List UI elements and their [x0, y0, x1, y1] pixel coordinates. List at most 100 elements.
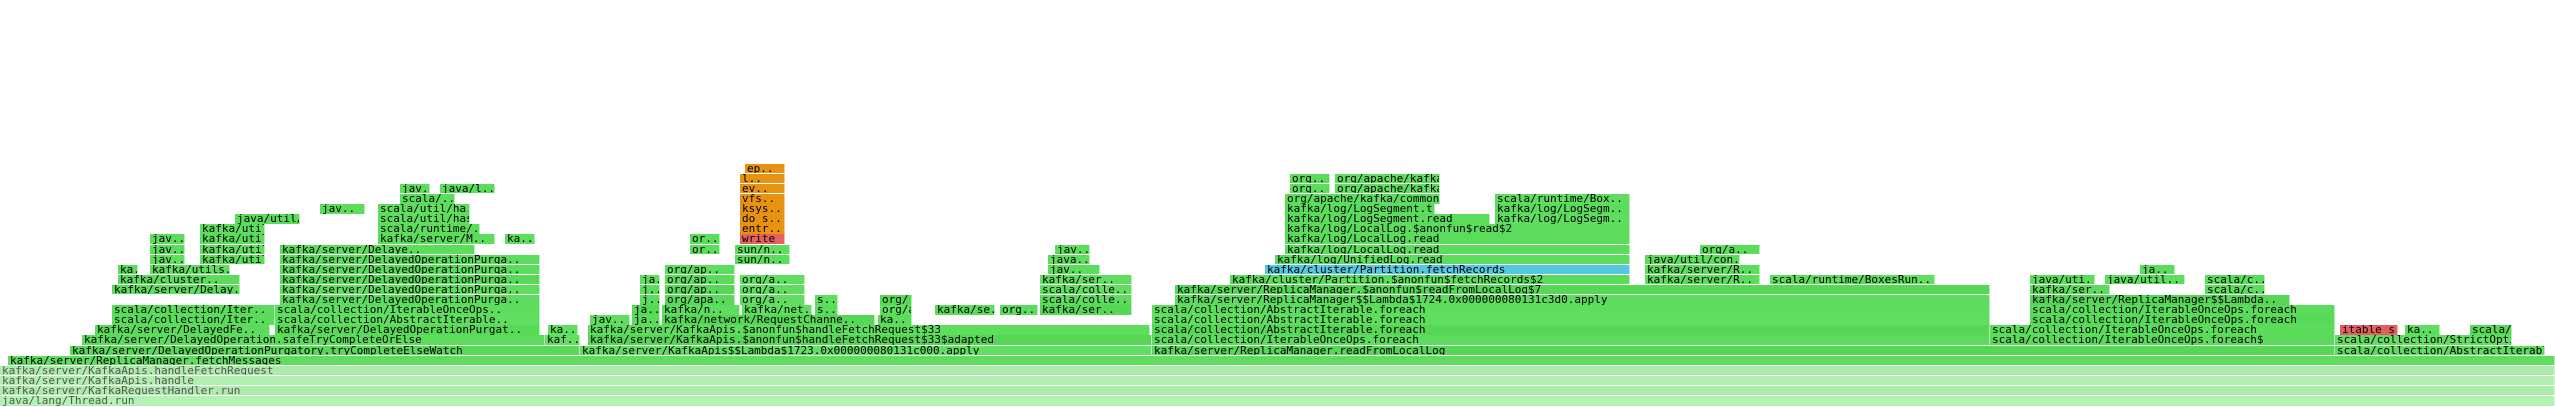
stack-frame[interactable]: do_s.. [740, 214, 785, 224]
stack-frame[interactable]: kafka/log/LogSegm.. [1495, 204, 1630, 214]
stack-frame[interactable]: ev.. [740, 183, 785, 194]
stack-frame[interactable]: kafka/log/LocalLog.$anonfun$read$2 [1285, 224, 1630, 234]
stack-frame[interactable]: kafka/ser.. [1040, 305, 1132, 315]
stack-frame[interactable]: java/uti.. [2030, 274, 2095, 285]
stack-frame[interactable]: kafka/server/DelayedFe.. [95, 325, 270, 335]
stack-frame[interactable]: jav.. [150, 244, 185, 255]
stack-frame[interactable]: j.. [640, 295, 660, 305]
stack-frame[interactable]: itable s.. [2340, 325, 2398, 335]
stack-frame[interactable]: scala/collection/IterableOnceOps.foreach [2030, 315, 2335, 325]
stack-frame[interactable]: scala/util/ha.. [378, 204, 470, 214]
stack-frame[interactable]: kafka/utils.. [200, 224, 265, 234]
stack-frame[interactable]: s.. [815, 305, 838, 315]
stack-frame[interactable]: scala/collection/Iter.. [112, 315, 275, 325]
stack-frame[interactable]: kafka/server/DelayedOperationPurga.. [280, 295, 540, 305]
stack-frame[interactable]: kafka/server/ReplicaManager.fetchMessage… [8, 355, 2555, 366]
stack-frame[interactable]: kafka/net.. [742, 305, 812, 315]
stack-frame[interactable]: java/util/con.. [1645, 254, 1740, 265]
stack-frame[interactable]: org/a.. [740, 284, 805, 295]
stack-frame[interactable]: kafka/log/UnifiedLog.read [1275, 254, 1630, 265]
stack-frame[interactable]: scala/collection/IterableOnceOps.foreach [1990, 325, 2335, 335]
stack-frame[interactable]: scala/runtime/Box.. [1495, 194, 1630, 204]
stack-frame[interactable]: org/a.. [740, 274, 805, 285]
stack-frame[interactable]: l.. [740, 173, 785, 184]
stack-frame[interactable]: s.. [815, 295, 838, 305]
stack-frame[interactable]: org/ap.. [665, 274, 735, 285]
stack-frame[interactable]: scala/collection/Iter.. [112, 305, 275, 315]
stack-frame[interactable]: kafka/ser.. [2030, 284, 2110, 295]
stack-frame[interactable]: jav.. [1048, 264, 1100, 275]
stack-frame[interactable]: ka.. [878, 315, 912, 325]
stack-frame[interactable]: org.. [1290, 183, 1330, 194]
stack-frame[interactable]: ja.. [632, 305, 660, 315]
stack-frame[interactable]: ka.. [505, 234, 535, 244]
stack-frame[interactable]: org.. [1290, 173, 1330, 184]
stack-frame[interactable]: org/apache/kafka/common/.. [1285, 194, 1440, 204]
stack-frame[interactable]: scala/c.. [2205, 274, 2265, 285]
stack-frame[interactable]: scala/collection/AbstractIterable.foreac… [1152, 325, 1990, 335]
stack-frame[interactable]: ksys.. [740, 204, 785, 214]
stack-frame[interactable]: ka.. [548, 325, 578, 335]
stack-frame[interactable]: kafka/server/Delay.. [112, 284, 240, 295]
stack-frame[interactable]: kafka/server/R.. [1645, 274, 1760, 285]
stack-frame[interactable]: org/a.. [1700, 244, 1760, 255]
stack-frame[interactable]: scala/collection/AbstractIterable.foreac… [2335, 345, 2545, 356]
stack-frame[interactable]: kafka/cluster.. [118, 274, 240, 285]
stack-frame[interactable]: kafka/server/KafkaApis.handleFetchReques… [0, 365, 2555, 376]
stack-frame[interactable]: scala/c.. [2205, 284, 2265, 295]
stack-frame[interactable]: kafka/server/DelayedOperationPurga.. [280, 254, 540, 265]
stack-frame[interactable]: scala/colle.. [1040, 295, 1132, 305]
stack-frame[interactable]: sun/n.. [735, 254, 790, 265]
stack-frame[interactable]: jav.. [400, 183, 430, 194]
stack-frame[interactable]: kafka/n.. [662, 305, 740, 315]
stack-frame[interactable]: kafka/server/KafkaApis.$anonfun$handleFe… [588, 325, 1150, 335]
stack-frame[interactable]: kafka/server/ReplicaManager.readFromLoca… [1152, 345, 2335, 356]
stack-frame[interactable]: kafka/server/ReplicaManager$$Lambda.. [2030, 295, 2290, 305]
stack-frame[interactable]: kafka/utils.. [200, 244, 265, 255]
stack-frame[interactable]: jav.. [150, 234, 185, 244]
stack-frame[interactable]: scala/colle.. [1040, 284, 1132, 295]
stack-frame[interactable]: ka.. [2405, 325, 2440, 335]
stack-frame[interactable]: scala/collection/IterableOnceOps.foreach… [1990, 335, 2335, 345]
stack-frame[interactable]: scala/.. [400, 194, 455, 204]
stack-frame[interactable]: java/util/c.. [235, 214, 300, 224]
stack-frame[interactable]: kafka/cluster/Partition.$anonfun$fetchRe… [1230, 274, 1630, 285]
stack-frame[interactable]: kafka/server/DelayedOperationPurgatory.t… [70, 345, 580, 356]
stack-frame[interactable]: write [740, 234, 785, 244]
stack-frame[interactable]: or.. [690, 244, 720, 255]
stack-frame[interactable]: kafka/cluster/Partition.fetchRecords [1265, 264, 1630, 275]
stack-frame[interactable]: kafka/ser.. [1040, 274, 1132, 285]
stack-frame[interactable]: kafka/server/DelayedOperationPurga.. [280, 284, 540, 295]
stack-frame[interactable]: ka.. [118, 264, 138, 275]
stack-frame[interactable]: org.. [1000, 305, 1038, 315]
stack-frame[interactable]: scala/runtime/.. [378, 224, 480, 234]
stack-frame[interactable]: kafka/utils.. [200, 254, 265, 265]
stack-frame[interactable]: org/apache/kafka/c.. [1335, 173, 1440, 184]
stack-frame[interactable]: ja.. [640, 274, 660, 285]
stack-frame[interactable]: kafka/server/ReplicaManager$$Lambda$1724… [1175, 295, 1990, 305]
stack-frame[interactable]: org/ap.. [880, 305, 912, 315]
stack-frame[interactable]: jav.. [150, 254, 185, 265]
stack-frame[interactable]: kafka/server/KafkaRequestHandler.run [0, 385, 2555, 396]
stack-frame[interactable]: vfs.. [740, 194, 785, 204]
stack-frame[interactable]: jav.. [1055, 244, 1090, 255]
stack-frame[interactable]: kafka/server/DelayedOperation.safeTryCom… [82, 335, 545, 345]
stack-frame[interactable]: kafka/server/DelayedOperationPurga.. [280, 264, 540, 275]
stack-frame[interactable]: org/apa.. [665, 295, 735, 305]
stack-frame[interactable]: org/.. [880, 295, 912, 305]
stack-frame[interactable]: scala/collection/IterableOnceOps.foreach [2030, 305, 2335, 315]
stack-frame[interactable]: kafka/log/LogSegment.read [1285, 214, 1490, 224]
stack-frame[interactable]: kaf.. [545, 335, 580, 345]
stack-frame[interactable]: org/ap.. [665, 264, 735, 275]
stack-frame[interactable]: kafka/server/KafkaApis.$anonfun$handleFe… [588, 335, 1152, 345]
stack-frame[interactable]: java/lang/Thread.run [0, 396, 2555, 406]
stack-frame[interactable]: scala/collection/AbstractIterable.foreac… [1152, 315, 1990, 325]
stack-frame[interactable]: scala/collection/IterableOnceOps.. [275, 305, 540, 315]
stack-frame[interactable]: scala/collection/AbstractIterable.. [275, 315, 540, 325]
stack-frame[interactable]: kafka/server/KafkaApis.handle [0, 375, 2555, 386]
stack-frame[interactable]: java.. [1048, 254, 1090, 265]
stack-frame[interactable]: jav.. [590, 315, 630, 325]
stack-frame[interactable]: java/l.. [440, 183, 495, 194]
stack-frame[interactable]: jav.. [320, 204, 365, 214]
stack-frame[interactable]: org/ap.. [665, 284, 735, 295]
